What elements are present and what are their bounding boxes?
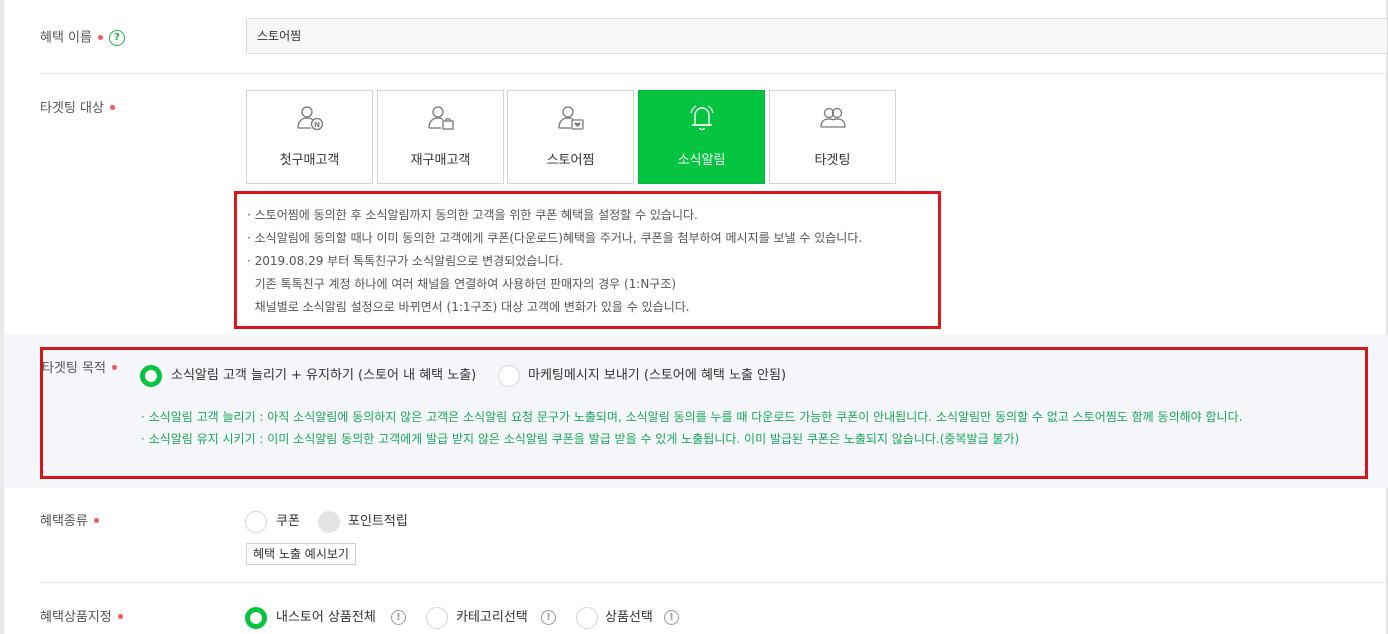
help-icon[interactable]: ? (108, 30, 125, 46)
benefit-name-label: 혜택 이름 (40, 30, 92, 46)
product-scope-label-row: 혜택상품지정 (40, 610, 123, 626)
benefit-type-option-label: 쿠폰 (276, 514, 300, 529)
purpose-description: · 소식알림 고객 늘리기 : 아직 소식알림에 동의하지 않은 고객은 소식알… (141, 410, 1243, 424)
left-border (0, 0, 4, 634)
benefit-type-radio-coupon[interactable] (245, 511, 267, 533)
scope-option-label: 내스토어 상품전체 (276, 610, 376, 625)
purpose-description: · 소식알림 유지 시키기 : 이미 소식알림 동의한 고객에게 발급 받지 않… (141, 432, 1020, 446)
target-card-label: 스토어찜 (546, 153, 595, 168)
benefit-type-option-label: 포인트적립 (348, 514, 408, 529)
bell-icon (689, 105, 714, 131)
notice-line: 기존 톡톡친구 계정 하나에 여러 채널을 연결하여 사용하던 판매자의 경우 … (247, 277, 677, 291)
required-dot (93, 518, 99, 523)
notice-line: 채널별로 소식알림 설정으로 바뀌면서 (1:1구조) 대상 고객에 변화가 있… (247, 300, 690, 314)
required-dot (109, 105, 115, 110)
purpose-label: 타겟팅 목적 (42, 361, 106, 376)
notice-line: · 2019.08.29 부터 톡톡친구가 소식알림으로 변경되었습니다. (247, 254, 564, 268)
purpose-option-label: 마케팅메시지 보내기 (스토어에 혜택 노출 안됨) (528, 368, 787, 383)
target-card-targeting[interactable]: 타겟팅 (769, 90, 896, 184)
divider (40, 73, 1388, 74)
targeting-notice-box: · 스토어찜에 동의한 후 소식알림까지 동의한 고객을 위한 쿠폰 혜택을 설… (234, 191, 941, 329)
divider (40, 582, 1388, 583)
scope-option-label: 카테고리선택 (456, 610, 528, 625)
required-dot (97, 34, 103, 40)
product-scope-label: 혜택상품지정 (40, 610, 112, 625)
purpose-radio-marketing[interactable] (498, 365, 520, 387)
target-card-first-purchase[interactable]: N 첫구매고객 (246, 90, 373, 184)
targeting-label-row: 타겟팅 대상 (40, 101, 115, 117)
user-heart-icon (557, 106, 584, 130)
info-icon[interactable]: ! (391, 610, 406, 625)
info-icon[interactable]: ! (664, 610, 679, 625)
users-icon (819, 107, 846, 128)
target-card-repurchase[interactable]: 재구매고객 (377, 90, 504, 184)
target-card-label: 타겟팅 (814, 153, 851, 168)
scope-radio-all-products[interactable] (245, 607, 267, 629)
info-icon[interactable]: ! (541, 610, 556, 625)
benefit-type-label: 혜택종류 (40, 514, 88, 529)
target-card-label: 소식알림 (677, 153, 726, 168)
purpose-label-row: 타겟팅 목적 (42, 361, 117, 377)
benefit-name-input[interactable]: 스토어찜 (246, 18, 1388, 54)
notice-line: · 소식알림에 동의할 때나 이미 동의한 고객에게 쿠폰(다운로드)혜택을 주… (247, 231, 863, 245)
targeting-label: 타겟팅 대상 (40, 101, 104, 116)
notice-line: · 스토어찜에 동의한 후 소식알림까지 동의한 고객을 위한 쿠폰 혜택을 설… (247, 208, 698, 222)
scope-radio-category[interactable] (426, 607, 448, 629)
required-dot (117, 614, 123, 619)
target-card-label: 재구매고객 (410, 153, 471, 168)
user-new-icon: N (296, 106, 323, 131)
purpose-option-label: 소식알림 고객 늘리기 + 유지하기 (스토어 내 혜택 노출) (171, 368, 477, 383)
svg-text:N: N (314, 121, 320, 129)
required-dot (111, 365, 117, 370)
target-card-label: 첫구매고객 (279, 153, 340, 168)
scope-radio-products[interactable] (576, 607, 598, 629)
scope-option-label: 상품선택 (605, 610, 653, 625)
target-card-store-favorite[interactable]: 스토어찜 (507, 90, 634, 184)
target-card-news-alert[interactable]: 소식알림 (638, 90, 765, 184)
purpose-radio-grow[interactable] (140, 365, 162, 387)
user-bag-icon (427, 106, 454, 130)
benefit-type-radio-points[interactable] (318, 511, 340, 533)
benefit-name-label-row: 혜택 이름? (40, 30, 125, 47)
benefit-type-label-row: 혜택종류 (40, 514, 99, 530)
benefit-preview-button[interactable]: 혜택 노출 예시보기 (246, 543, 356, 565)
